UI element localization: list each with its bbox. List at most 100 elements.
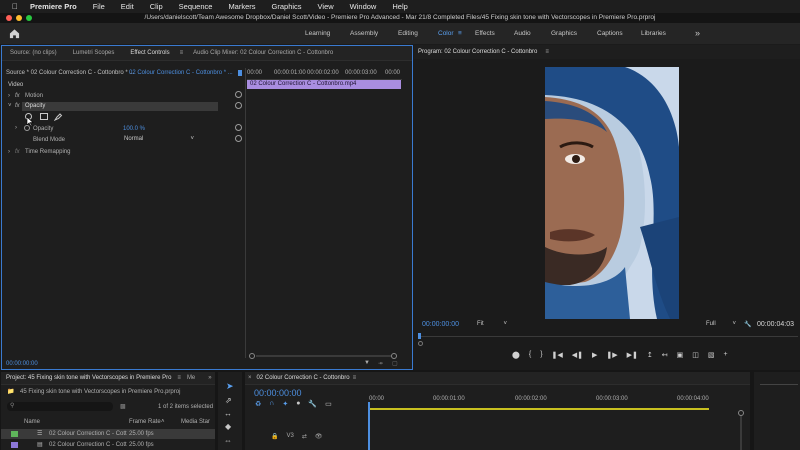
rectangle-mask-icon[interactable] (40, 113, 48, 120)
expand-time-remapping-icon[interactable]: › (8, 149, 10, 155)
workspace-libraries[interactable]: Libraries (641, 30, 666, 37)
tab-audio-clip-mixer[interactable]: Audio Clip Mixer: 02 Colour Correction C… (185, 50, 341, 56)
menu-clip[interactable]: Clip (150, 2, 163, 11)
selection-tool-icon[interactable]: ➤ (226, 381, 234, 392)
workspace-audio[interactable]: Audio (514, 30, 531, 37)
zoom-handle-left[interactable] (249, 353, 255, 359)
linked-selection-icon[interactable]: ✦ (282, 400, 288, 408)
mark-in-icon[interactable]: { (529, 351, 531, 359)
reset-icon[interactable] (235, 91, 242, 98)
workspace-overflow-icon[interactable]: » (695, 28, 700, 38)
zoom-fit-select[interactable]: Fit ˅ (477, 319, 509, 329)
effect-motion[interactable]: Motion (25, 93, 43, 99)
expand-motion-icon[interactable]: › (8, 93, 10, 99)
lock-track-icon[interactable]: 🔒 (271, 433, 278, 440)
quality-select[interactable]: Full ˅ (706, 319, 736, 329)
column-name[interactable]: Name (24, 419, 40, 425)
comparison-view-icon[interactable]: ◫ (692, 351, 699, 359)
mark-out-icon[interactable]: } (540, 351, 542, 359)
panel-menu-icon[interactable]: ≡ (174, 375, 184, 381)
add-marker-icon[interactable]: ● (296, 400, 300, 408)
workspace-editing[interactable]: Editing (398, 30, 418, 37)
menu-markers[interactable]: Markers (228, 2, 255, 11)
vr-icon[interactable]: ▧ (708, 351, 715, 359)
panel-menu-icon[interactable]: ≡ (353, 375, 357, 381)
close-window-button[interactable] (6, 15, 12, 21)
ripple-edit-tool-icon[interactable]: ↔ (224, 409, 232, 418)
step-back-icon[interactable]: ◀❚ (572, 351, 583, 359)
tab-sequence[interactable]: 02 Colour Correction C - Cottonbro (255, 375, 353, 381)
reset-icon[interactable] (235, 124, 242, 131)
clip-bar[interactable]: 02 Colour Correction C - Cottonbro.mp4 (247, 80, 401, 89)
program-playhead[interactable] (418, 333, 421, 339)
apple-icon[interactable]:  (12, 2, 18, 11)
workspace-effects[interactable]: Effects (475, 30, 495, 37)
razor-tool-icon[interactable]: ◆ (225, 422, 231, 431)
track-select-tool-icon[interactable]: ⇗ (225, 396, 232, 405)
pen-mask-icon[interactable] (54, 112, 63, 121)
add-button-icon[interactable]: + (724, 351, 728, 359)
clip-icon[interactable]: ▢ (392, 360, 398, 367)
project-search-input[interactable]: ⚲ (7, 402, 113, 411)
work-area-bar[interactable] (369, 408, 709, 410)
tab-media-browser[interactable]: Me (184, 375, 198, 381)
filter-icon[interactable]: ▼ (364, 360, 370, 366)
zoom-window-button[interactable] (26, 15, 32, 21)
effect-controls-timecode[interactable]: 00:00:00:00 (6, 361, 38, 367)
timeline-playhead[interactable] (368, 402, 370, 450)
table-row[interactable]: ▤ 02 Colour Correction C - Cott 25.00 fp… (1, 440, 215, 450)
home-icon[interactable] (9, 28, 20, 39)
menu-edit[interactable]: Edit (121, 2, 134, 11)
timeline-vertical-scrollbar[interactable] (740, 416, 742, 450)
sort-icon[interactable]: ˄ (161, 419, 165, 425)
label-color-chip[interactable] (11, 431, 18, 437)
effect-time-remapping[interactable]: Time Remapping (25, 149, 70, 155)
menu-file[interactable]: File (93, 2, 105, 11)
playhead-marker[interactable] (238, 70, 242, 76)
sequence-clip-label[interactable]: 02 Colour Correction C - Cottonbro * ... (129, 70, 233, 76)
reset-icon[interactable] (235, 135, 242, 142)
reset-icon[interactable] (235, 102, 242, 109)
add-marker-icon[interactable]: ⬤ (512, 351, 520, 359)
track-label[interactable]: V3 (286, 433, 293, 439)
slip-tool-icon[interactable]: ⇔ (224, 436, 232, 445)
table-row[interactable]: ☰ 02 Colour Correction C - Cott 25.00 fp… (1, 429, 215, 439)
go-to-in-icon[interactable]: ❚◀ (552, 351, 563, 359)
stopwatch-icon[interactable] (24, 125, 30, 131)
effect-ruler[interactable]: 00:00 00:00:01:00 00:00:02:00 00:00:03:0… (247, 68, 402, 80)
tab-effect-controls[interactable]: Effect Controls (122, 50, 177, 56)
play-icon[interactable]: ▶ (592, 351, 597, 359)
source-clip-label[interactable]: Source * 02 Colour Correction C - Cotton… (6, 70, 134, 76)
column-frame-rate[interactable]: Frame Rate (129, 419, 161, 425)
blend-mode-select[interactable]: Normal ˅ (124, 135, 196, 144)
new-bin-icon[interactable]: ▩ (120, 403, 126, 410)
tab-program[interactable]: Program: 02 Colour Correction C - Cotton… (414, 49, 545, 55)
workspace-graphics[interactable]: Graphics (551, 30, 577, 37)
fx-icon[interactable]: fx (15, 103, 20, 109)
camera-icon[interactable]: ▣ (677, 351, 684, 359)
menu-sequence[interactable]: Sequence (179, 2, 213, 11)
opacity-value[interactable]: 100.0 % (123, 126, 145, 132)
export-icon[interactable]: ↠ (378, 360, 383, 367)
program-timecode[interactable]: 00:00:00:00 (422, 321, 459, 328)
menu-view[interactable]: View (318, 2, 334, 11)
panel-overflow-icon[interactable]: » (206, 375, 213, 381)
extract-icon[interactable]: ↤ (662, 351, 668, 359)
label-color-chip[interactable] (11, 442, 18, 448)
program-zoom-handle[interactable] (418, 341, 423, 346)
app-menu[interactable]: Premiere Pro (30, 2, 77, 11)
workspace-captions[interactable]: Captions (597, 30, 623, 37)
tab-source[interactable]: Source: (no clips) (2, 50, 65, 56)
captions-icon[interactable]: ▭ (325, 400, 332, 408)
zoom-handle-right[interactable] (391, 353, 397, 359)
collapse-opacity-icon[interactable]: ˅ (8, 103, 12, 109)
panel-menu-icon[interactable]: ≡ (545, 49, 549, 55)
workspace-menu-icon[interactable]: ≡ (458, 30, 462, 37)
settings-wrench-icon[interactable]: 🔧 (308, 400, 317, 408)
timeline-timecode[interactable]: 00:00:00:00 (254, 388, 302, 398)
zoom-scrollbar[interactable] (256, 355, 391, 357)
snap-icon[interactable]: ∩ (269, 400, 274, 408)
eye-icon[interactable]: 👁 (315, 433, 323, 440)
sync-lock-icon[interactable]: ⇄ (302, 433, 307, 440)
menu-window[interactable]: Window (350, 2, 377, 11)
